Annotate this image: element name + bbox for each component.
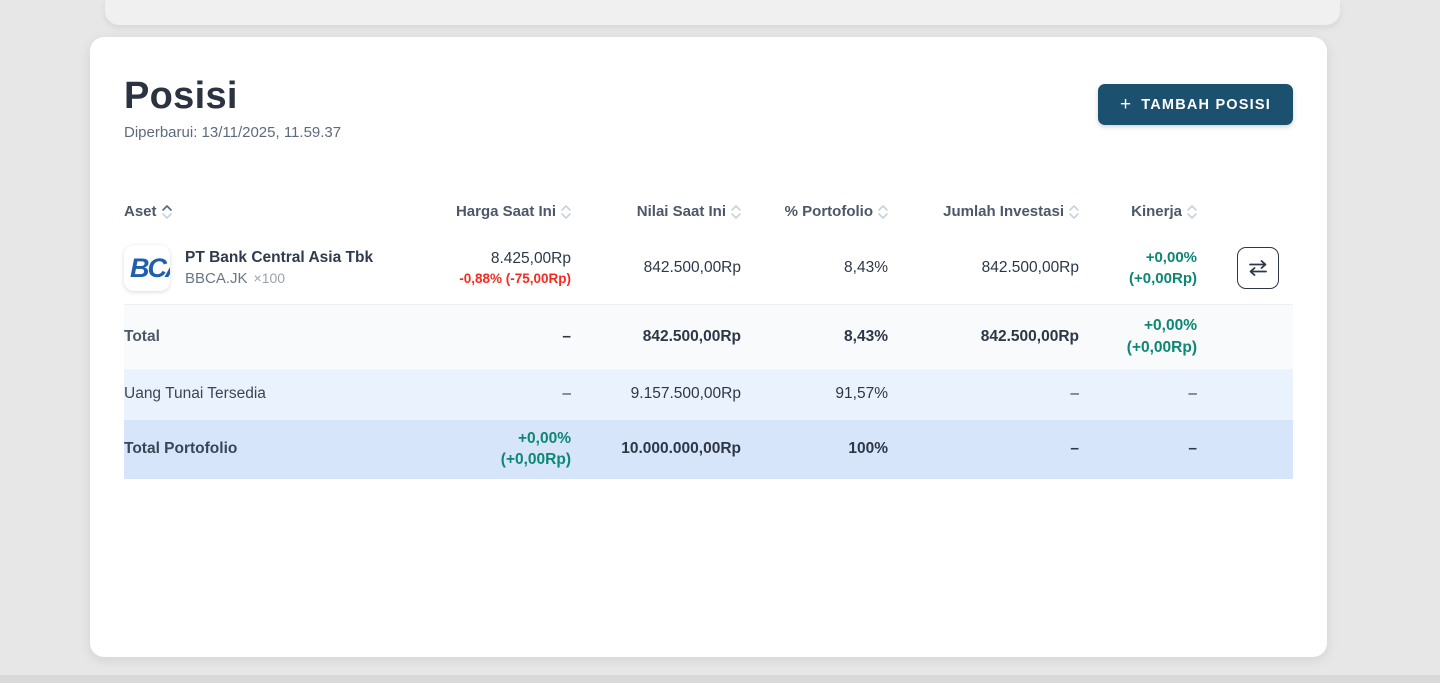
positions-card: Posisi Diperbarui: 13/11/2025, 11.59.37 …: [90, 37, 1327, 657]
page-bottom-edge: [0, 675, 1440, 683]
portfolio-pct: 100%: [741, 440, 888, 458]
total-value: 842.500,00Rp: [571, 328, 741, 346]
asset-price-change: -0,88% (-75,00Rp): [421, 271, 571, 286]
portfolio-price-performance: +0,00% (+0,00Rp): [421, 428, 571, 471]
bca-logo-icon: BCA: [130, 253, 170, 284]
asset-quantity: ×100: [254, 270, 286, 286]
total-pct: 8,43%: [741, 328, 888, 346]
header-kinerja[interactable]: Kinerja: [1079, 203, 1197, 220]
asset-ticker: BBCA.JK: [185, 270, 248, 287]
sort-icon: [1187, 205, 1197, 219]
total-price: –: [421, 328, 571, 346]
add-position-label: TAMBAH POSISI: [1141, 97, 1271, 113]
table-header-row: Aset Harga Saat Ini Nilai Saat Ini: [124, 191, 1293, 233]
card-header: Posisi Diperbarui: 13/11/2025, 11.59.37 …: [124, 75, 1293, 141]
sort-icon: [878, 205, 888, 219]
total-label: Total: [124, 328, 421, 346]
swap-transaction-button[interactable]: [1237, 247, 1279, 289]
asset-logo: BCA: [124, 245, 170, 291]
header-pct-portofolio[interactable]: % Portofolio: [741, 203, 888, 220]
portfolio-value: 10.000.000,00Rp: [571, 440, 741, 458]
asset-price-cell: 8.425,00Rp -0,88% (-75,00Rp): [421, 250, 571, 286]
cash-price: –: [421, 385, 571, 403]
cash-pct: 91,57%: [741, 385, 888, 403]
cash-performance: –: [1079, 385, 1197, 403]
asset-price: 8.425,00Rp: [421, 250, 571, 268]
header-aset[interactable]: Aset: [124, 203, 421, 220]
cash-row: Uang Tunai Tersedia – 9.157.500,00Rp 91,…: [124, 369, 1293, 419]
asset-pct: 8,43%: [741, 259, 888, 277]
asset-value: 842.500,00Rp: [571, 259, 741, 277]
total-performance: +0,00% (+0,00Rp): [1079, 315, 1197, 358]
portfolio-label: Total Portofolio: [124, 440, 421, 458]
sort-icon-asc-active: [162, 205, 172, 219]
total-portfolio-row: Total Portofolio +0,00% (+0,00Rp) 10.000…: [124, 419, 1293, 479]
sort-icon: [1069, 205, 1079, 219]
asset-ticker-line: BBCA.JK ×100: [185, 270, 373, 287]
page-title: Posisi: [124, 75, 341, 119]
cash-label: Uang Tunai Tersedia: [124, 385, 421, 403]
header-jumlah-investasi[interactable]: Jumlah Investasi: [888, 203, 1079, 220]
portfolio-invested: –: [888, 440, 1079, 458]
title-block: Posisi Diperbarui: 13/11/2025, 11.59.37: [124, 75, 341, 141]
sort-icon: [731, 205, 741, 219]
asset-row-bbca: BCA PT Bank Central Asia Tbk BBCA.JK ×100…: [124, 233, 1293, 305]
add-position-button[interactable]: + TAMBAH POSISI: [1098, 84, 1293, 125]
asset-performance: +0,00% (+0,00Rp): [1079, 247, 1197, 289]
sort-icon: [561, 205, 571, 219]
header-harga-saat-ini[interactable]: Harga Saat Ini: [421, 203, 571, 220]
portfolio-performance: –: [1079, 440, 1197, 458]
plus-icon: +: [1120, 95, 1132, 114]
asset-invested: 842.500,00Rp: [888, 259, 1079, 277]
swap-arrows-icon: [1246, 259, 1270, 277]
asset-name: PT Bank Central Asia Tbk: [185, 249, 373, 267]
cash-invested: –: [888, 385, 1079, 403]
asset-identity: BCA PT Bank Central Asia Tbk BBCA.JK ×100: [124, 245, 421, 291]
previous-card-bottom-edge: [105, 0, 1340, 25]
updated-timestamp: Diperbarui: 13/11/2025, 11.59.37: [124, 124, 341, 141]
header-nilai-saat-ini[interactable]: Nilai Saat Ini: [571, 203, 741, 220]
cash-value: 9.157.500,00Rp: [571, 385, 741, 403]
positions-table: Aset Harga Saat Ini Nilai Saat Ini: [124, 191, 1293, 479]
total-row: Total – 842.500,00Rp 8,43% 842.500,00Rp …: [124, 305, 1293, 369]
total-invested: 842.500,00Rp: [888, 328, 1079, 346]
